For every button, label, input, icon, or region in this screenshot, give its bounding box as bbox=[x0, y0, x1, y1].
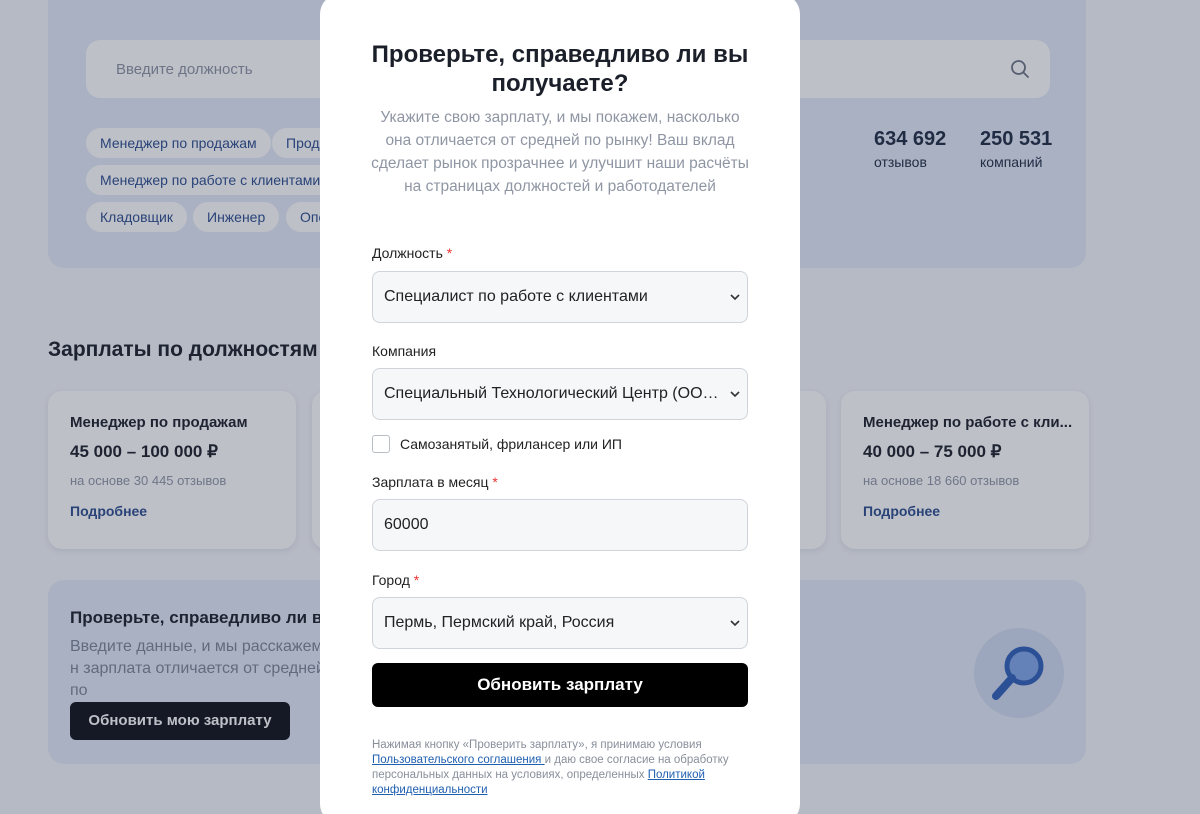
company-label-text: Компания bbox=[372, 343, 437, 359]
position-select[interactable]: Специалист по работе с клиентами bbox=[372, 271, 748, 323]
chevron-down-icon bbox=[730, 294, 740, 301]
legal-text-1: Нажимая кнопку «Проверить зарплату», я п… bbox=[372, 739, 702, 751]
chevron-down-icon bbox=[730, 620, 740, 627]
required-mark: * bbox=[413, 572, 420, 588]
legal-notice: Нажимая кнопку «Проверить зарплату», я п… bbox=[372, 738, 752, 798]
company-label: Компания bbox=[372, 343, 436, 359]
city-value: Пермь, Пермский край, Россия bbox=[384, 614, 615, 631]
position-label: Должность * bbox=[372, 245, 452, 261]
update-salary-button[interactable]: Обновить зарплату bbox=[372, 663, 748, 707]
salary-value: 60000 bbox=[384, 516, 429, 533]
required-mark: * bbox=[446, 245, 453, 261]
position-label-text: Должность bbox=[372, 245, 443, 261]
salary-label: Зарплата в месяц * bbox=[372, 474, 498, 490]
chevron-down-icon bbox=[730, 391, 740, 398]
modal-title: Проверьте, справедливо ли вы получаете? bbox=[371, 41, 749, 97]
company-select[interactable]: Специальный Технологический Центр (ООО С… bbox=[372, 368, 748, 420]
company-value: Специальный Технологический Центр (ООО С… bbox=[384, 385, 724, 402]
city-label-text: Город bbox=[372, 572, 410, 588]
salary-modal: Проверьте, справедливо ли вы получаете? … bbox=[320, 0, 800, 814]
self-employed-label[interactable]: Самозанятый, фрилансер или ИП bbox=[400, 436, 622, 452]
city-select[interactable]: Пермь, Пермский край, Россия bbox=[372, 597, 748, 649]
position-value: Специалист по работе с клиентами bbox=[384, 288, 648, 305]
self-employed-checkbox[interactable] bbox=[372, 435, 390, 453]
modal-description: Укажите свою зарплату, и мы покажем, нас… bbox=[371, 109, 749, 195]
salary-label-text: Зарплата в месяц bbox=[372, 474, 489, 490]
salary-input[interactable]: 60000 bbox=[372, 499, 748, 551]
required-mark: * bbox=[492, 474, 498, 490]
city-label: Город * bbox=[372, 572, 419, 588]
user-agreement-link[interactable]: Пользовательского соглашения bbox=[372, 754, 545, 766]
